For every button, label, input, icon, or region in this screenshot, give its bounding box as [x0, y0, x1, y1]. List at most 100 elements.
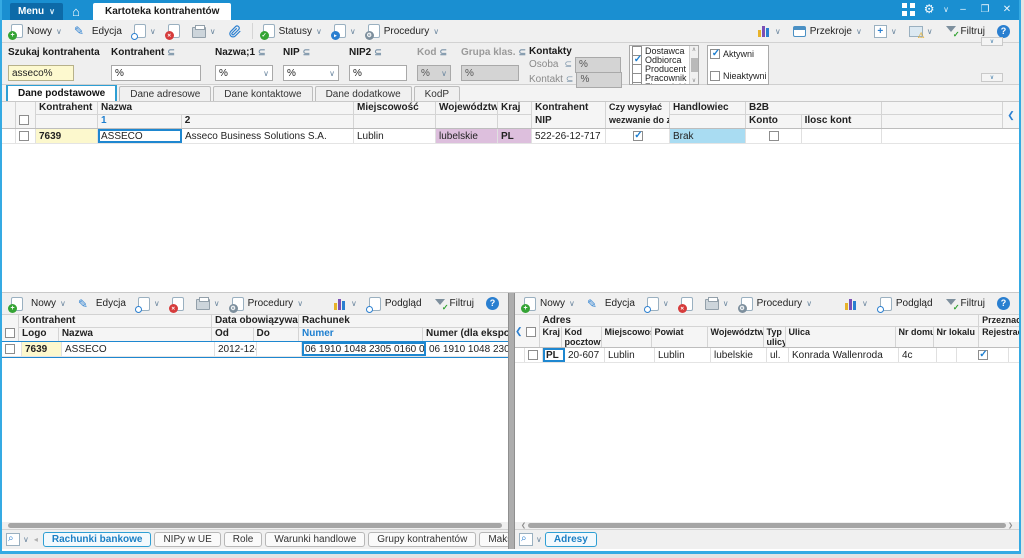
search-input[interactable] — [8, 65, 74, 81]
tab-kodp[interactable]: KodP — [413, 86, 461, 101]
tab-warunki-handlowe[interactable]: Warunki handlowe — [265, 532, 366, 547]
tab-nipy-w-ue[interactable]: NIPy w UE — [154, 532, 221, 547]
col-numer-eksport[interactable]: Numer (dla eksportów d — [423, 328, 508, 341]
preview-doc-button[interactable]: ∨ — [129, 22, 161, 40]
addr-select-all-checkbox[interactable] — [525, 327, 536, 337]
select-all-checkbox[interactable] — [19, 115, 29, 125]
procedures-button[interactable]: Procedury ∨ — [363, 22, 444, 40]
cell-od[interactable]: 2012-12-03 — [215, 342, 257, 356]
tab-dane-dodatkowe[interactable]: Dane dodatkowe — [314, 86, 412, 101]
bank-row[interactable]: 7639 ASSECO 2012-12-03 06 1910 1048 2305… — [2, 341, 508, 358]
row-checkbox[interactable] — [19, 131, 29, 141]
wezwanie-checkbox[interactable] — [632, 130, 644, 141]
new-button[interactable]: Nowy ∨ — [6, 22, 67, 40]
cell-nr-domu[interactable]: 4c — [899, 348, 937, 362]
cell-nazwa[interactable]: ASSECO — [62, 342, 215, 356]
export-button[interactable]: ∨ — [329, 22, 361, 40]
col-wezwanie[interactable]: Czy wysyłaćwezwanie do zapł. — [606, 102, 670, 128]
col-nazwa-2[interactable]: 2 — [182, 115, 353, 128]
collapse-filter-top-button[interactable] — [981, 37, 1003, 46]
col-kraj[interactable]: Kraj — [498, 102, 532, 128]
contains-filter-icon[interactable] — [374, 47, 382, 58]
settings-gear-button[interactable] — [921, 2, 937, 16]
menu-button[interactable]: Menu ∨ — [10, 3, 63, 20]
zleceniobiorca-checkbox[interactable] — [632, 82, 642, 84]
col-miejscowosc[interactable]: Miejscowość — [354, 102, 436, 128]
bank-print-button[interactable]: ∨ — [191, 295, 225, 312]
images-button[interactable]: ∨ — [904, 24, 938, 40]
chart-button[interactable]: ∨ — [753, 23, 786, 39]
document-tab[interactable]: Kartoteka kontrahentów — [92, 3, 232, 20]
cell-numer[interactable]: 06 1910 1048 2305 0160 0168 0001 — [302, 342, 426, 356]
nip-select[interactable]: % ∨ — [283, 65, 339, 81]
col-nr-domu[interactable]: Nr domu — [896, 327, 934, 347]
cell-kraj[interactable]: PL — [543, 348, 565, 362]
cell-nip[interactable]: 522-26-12-717 — [532, 129, 606, 143]
row-checkbox[interactable] — [528, 350, 538, 360]
collapse-columns-left-button[interactable] — [515, 315, 523, 347]
cell-nazwa2[interactable]: Asseco Business Solutions S.A. — [182, 129, 354, 143]
cell-wezwanie[interactable] — [606, 129, 670, 143]
tab-rachunki-bankowe[interactable]: Rachunki bankowe — [42, 532, 152, 547]
col-nazwa[interactable]: Nazwa 1 2 — [98, 102, 354, 128]
cell-ilosc-kont[interactable] — [802, 129, 882, 143]
addr-preview-doc-button[interactable]: ∨ — [642, 295, 674, 313]
collapse-filter-bottom-button[interactable] — [981, 73, 1003, 82]
cell-wojewodztwo[interactable]: lubelskie — [711, 348, 767, 362]
bank-hscrollbar[interactable] — [2, 522, 508, 529]
col-nazwa[interactable]: Nazwa — [59, 328, 211, 341]
col-group-adres[interactable]: Adres Kraj Kodpocztowy Miejscowość Powia… — [539, 315, 980, 347]
cell-miejscowosc[interactable]: Lublin — [354, 129, 436, 143]
row-checkbox[interactable] — [5, 344, 15, 354]
konto-checkbox[interactable] — [768, 131, 779, 141]
nieaktywni-checkbox[interactable] — [710, 71, 720, 81]
add-view-button[interactable]: ∨ — [869, 23, 902, 40]
collapse-columns-button[interactable] — [1003, 102, 1019, 128]
cell-handlowiec[interactable]: Brak — [670, 129, 746, 143]
cell-rejestracji[interactable] — [957, 348, 1009, 362]
addr-procedures-button[interactable]: Procedury ∨ — [736, 295, 817, 313]
col-logo[interactable]: Logo — [19, 328, 59, 341]
delete-button[interactable] — [163, 22, 185, 40]
tab-dane-adresowe[interactable]: Dane adresowe — [119, 86, 212, 101]
tab-role[interactable]: Role — [223, 532, 263, 547]
role-item-producent[interactable]: Producent — [632, 64, 689, 74]
col-konto[interactable]: Konto — [746, 115, 802, 128]
aktywni-checkbox[interactable] — [710, 48, 721, 59]
role-item-zleceniobiorca[interactable]: Zleceniobiorca — [632, 82, 689, 84]
cell-kontrahent[interactable]: 7639 — [36, 129, 98, 143]
role-list-scrollbar[interactable] — [689, 46, 698, 84]
rejestracji-checkbox[interactable] — [977, 349, 989, 360]
minimize-button[interactable]: – — [955, 2, 971, 16]
tab-adresy[interactable]: Adresy — [544, 532, 597, 547]
cell-wojewodztwo[interactable]: lubelskie — [436, 129, 498, 143]
close-button[interactable]: ✕ — [999, 2, 1015, 16]
restore-button[interactable]: ❐ — [977, 2, 993, 16]
col-kontrahent[interactable]: Kontrahent — [36, 102, 98, 128]
cell-nazwa1[interactable]: ASSECO — [98, 129, 182, 143]
kontrahent-input[interactable] — [111, 65, 201, 81]
addr-filter-button[interactable]: Filtruj — [940, 296, 990, 312]
col-numer[interactable]: Numer — [299, 328, 423, 341]
addr-chart-button[interactable]: ∨ — [840, 296, 873, 312]
col-powiat[interactable]: Powiat — [652, 327, 708, 347]
cell-numer-eksport[interactable]: 06 1910 1048 2305 0160 01 — [426, 342, 508, 356]
col-kod-pocztowy[interactable]: Kod pocztowy — [562, 327, 602, 347]
bank-select-all-checkbox[interactable] — [5, 328, 15, 338]
role-item-odbiorca[interactable]: Odbiorca — [632, 54, 689, 65]
bank-edit-button[interactable]: Edycja — [73, 295, 131, 313]
col-b2b[interactable]: B2B Konto Ilosc kont — [746, 102, 882, 128]
aktywni-row[interactable]: Aktywni — [710, 48, 766, 59]
col-group-rachunek[interactable]: Rachunek Numer Numer (dla eksportów d — [299, 315, 508, 341]
contains-filter-icon[interactable] — [167, 47, 175, 58]
cell-do[interactable] — [257, 342, 302, 356]
cell-logo[interactable]: 7639 — [22, 342, 62, 356]
col-typ-ulicy[interactable]: Typ ulicy — [764, 327, 786, 347]
col-do[interactable]: Do — [254, 328, 298, 341]
attachments-button[interactable] — [223, 22, 247, 40]
nazwa-select[interactable]: % ∨ — [215, 65, 273, 81]
cell-ulica[interactable]: Konrada Wallenroda — [789, 348, 899, 362]
cell-powiat[interactable]: Lublin — [655, 348, 711, 362]
col-nazwa-1[interactable]: 1 — [98, 115, 182, 128]
bank-preview-button[interactable]: Podgląd — [364, 295, 427, 313]
